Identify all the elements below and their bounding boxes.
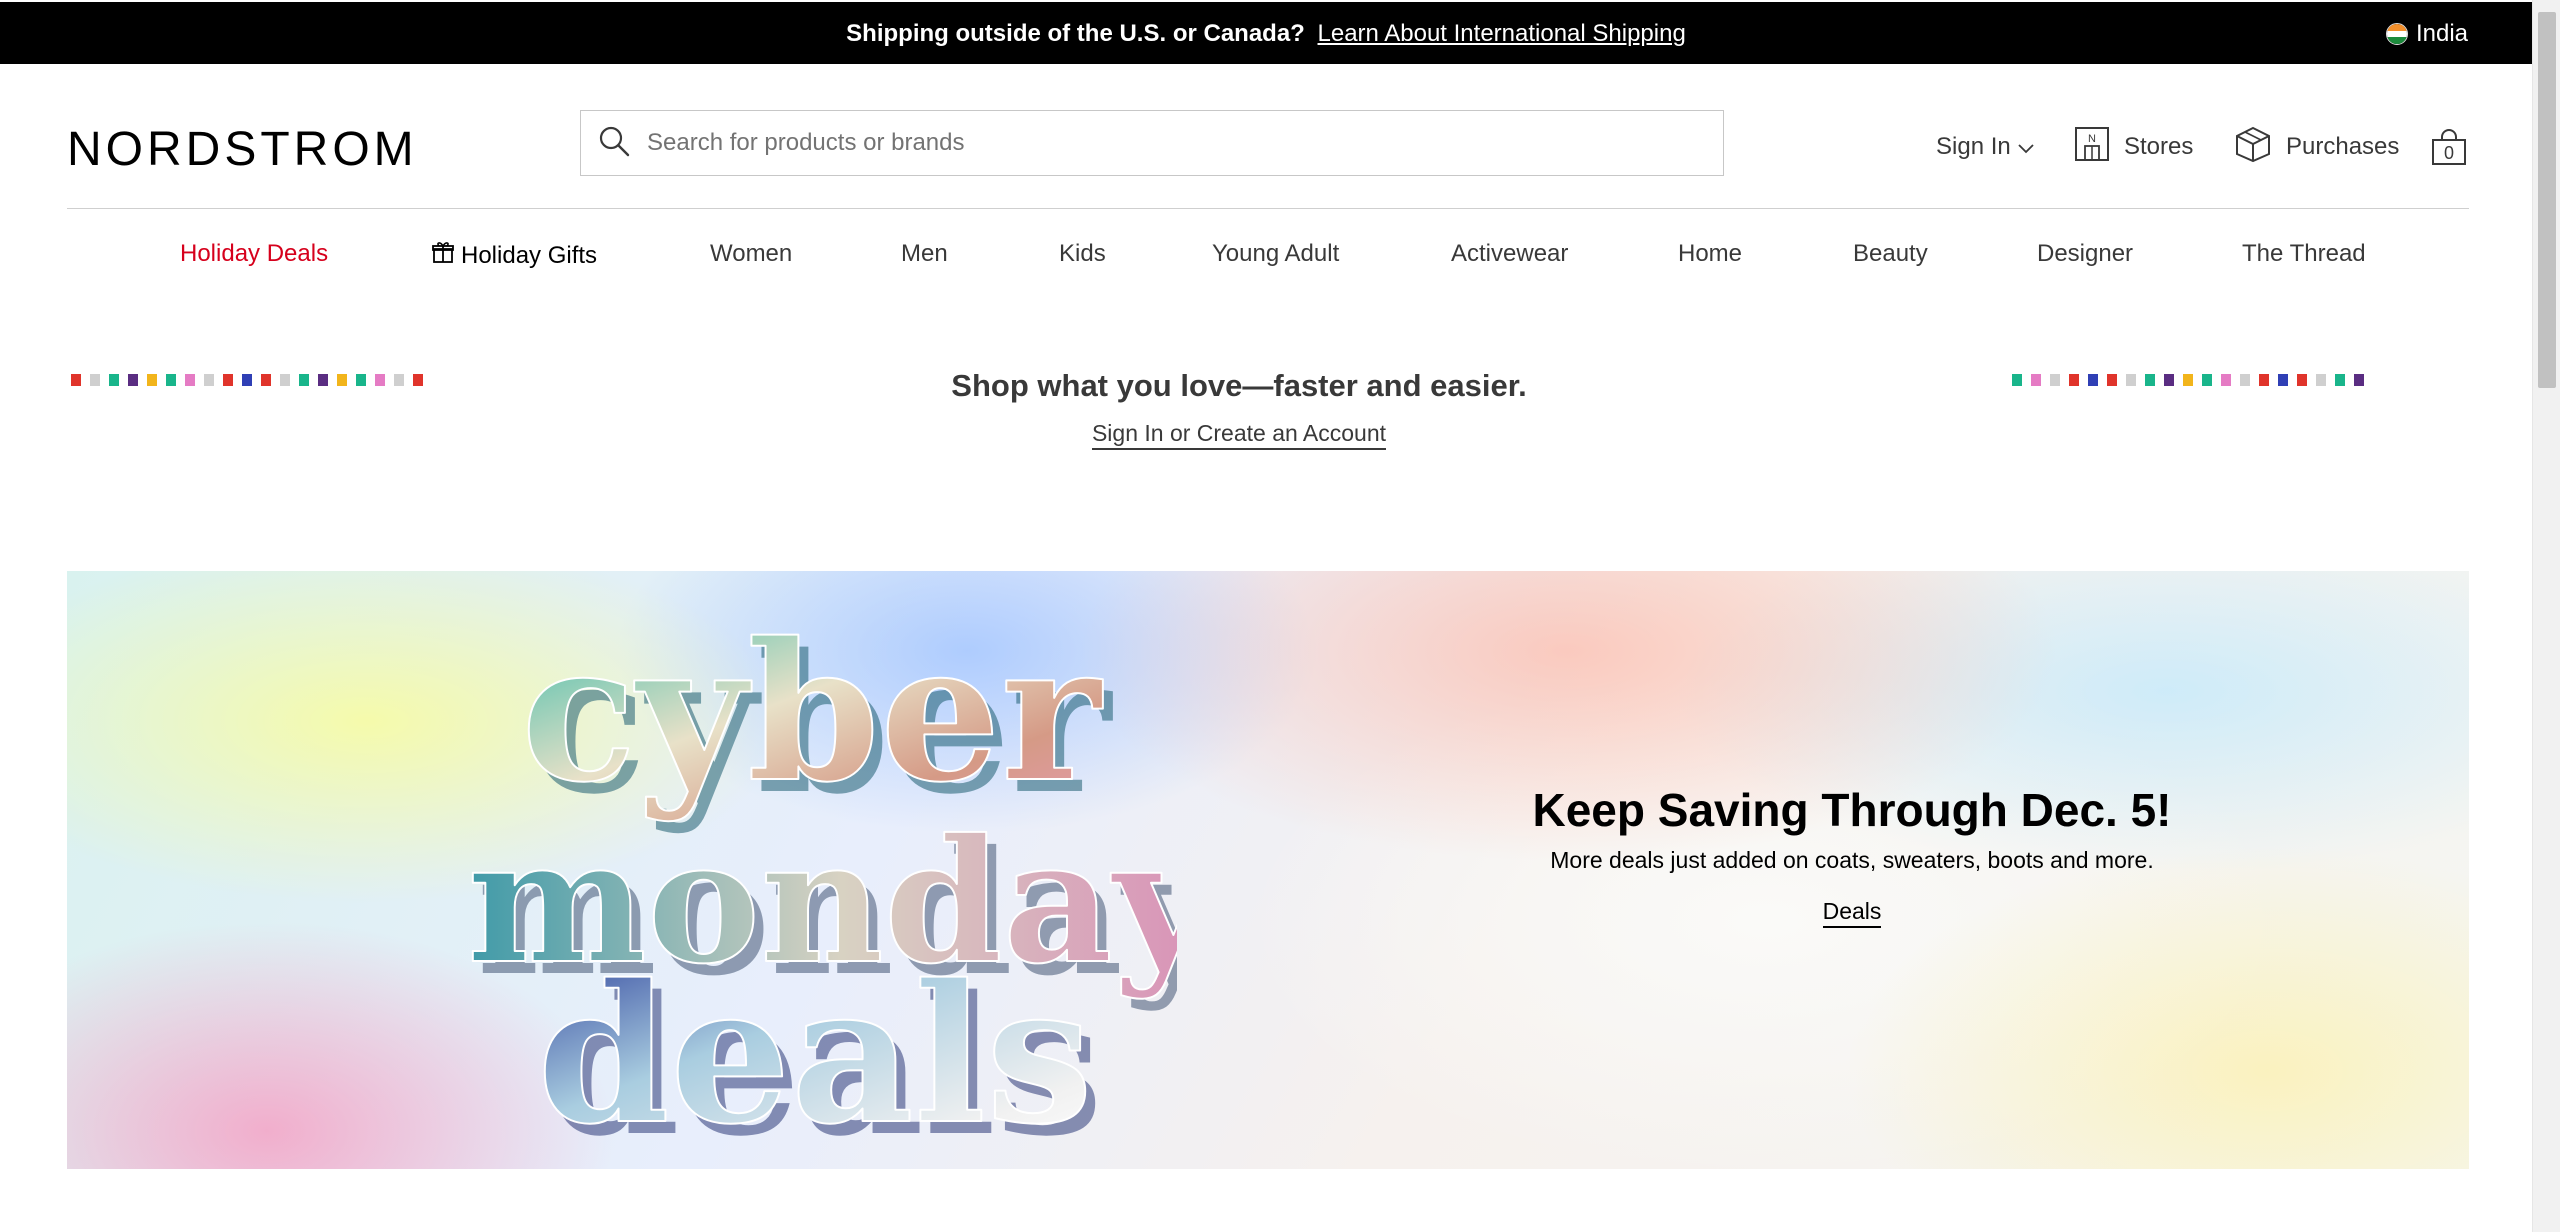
sign-in-promo-title: Shop what you love—faster and easier. — [951, 368, 1527, 403]
sign-in-create-account-link[interactable]: Sign In or Create an Account — [1091, 420, 1387, 450]
chevron-down-icon — [2017, 133, 2035, 161]
nav-kids[interactable]: Kids — [1059, 240, 1106, 268]
nav-label: Young Adult — [1212, 240, 1340, 267]
nav-label: Women — [710, 240, 793, 267]
nav-label: Men — [901, 240, 948, 267]
sign-in-promo-link-wrap: Sign In or Create an Account — [0, 420, 2478, 450]
shopping-bag-button[interactable]: 0 — [2430, 128, 2468, 166]
nav-label: Activewear — [1451, 240, 1569, 267]
nav-label: Home — [1678, 240, 1743, 267]
art-line-1: cyber — [521, 611, 1104, 824]
header-divider — [67, 208, 2469, 209]
nav-label: Designer — [2037, 240, 2134, 267]
gift-icon — [431, 240, 455, 271]
hero-title: Keep Saving Through Dec. 5! — [1532, 784, 2172, 836]
page-scrollbar[interactable] — [2532, 0, 2560, 1232]
nav-holiday-gifts[interactable]: Holiday Gifts — [431, 240, 597, 271]
country-label: India — [2415, 20, 2468, 47]
art-line-3: deals — [537, 943, 1093, 1151]
nav-young-adult[interactable]: Young Adult — [1212, 240, 1339, 268]
international-shipping-link[interactable]: Learn About International Shipping — [1318, 20, 1686, 47]
nav-holiday-deals[interactable]: Holiday Deals — [180, 240, 328, 268]
banner-message: Shipping outside of the U.S. or Canada? … — [0, 20, 2532, 48]
nav-home[interactable]: Home — [1678, 240, 1742, 268]
country-selector[interactable]: India — [2385, 20, 2468, 48]
search-icon — [597, 124, 631, 163]
search-input[interactable] — [647, 129, 1647, 157]
hero-subtitle: More deals just added on coats, sweaters… — [1550, 847, 2154, 873]
nav-designer[interactable]: Designer — [2037, 240, 2133, 268]
search-bar[interactable] — [580, 110, 1724, 176]
sign-in-label: Sign In — [1936, 133, 2011, 160]
scrollbar-thumb[interactable] — [2538, 12, 2556, 388]
stores-link[interactable]: N Stores — [2074, 126, 2194, 169]
banner-text: Shipping outside of the U.S. or Canada? — [846, 20, 1305, 47]
nordstrom-logo[interactable]: NORDSTROM — [67, 122, 418, 177]
nav-label: Kids — [1059, 240, 1106, 267]
india-flag-icon — [2385, 23, 2408, 45]
nav-activewear[interactable]: Activewear — [1451, 240, 1568, 268]
purchases-label: Purchases — [2286, 133, 2400, 160]
nav-beauty[interactable]: Beauty — [1853, 240, 1928, 268]
cyber-monday-hero-banner[interactable]: cyber cyber monday monday deals deals Ke… — [67, 571, 2469, 1169]
purchases-link[interactable]: Purchases — [2234, 126, 2400, 166]
nav-label: The Thread — [2242, 240, 2366, 267]
sign-in-menu[interactable]: Sign In — [1936, 128, 2035, 166]
main-navigation: Holiday Deals Holiday Gifts Women Men Ki… — [0, 240, 2532, 272]
page: Shipping outside of the U.S. or Canada? … — [0, 0, 2532, 1232]
shopping-bag-icon: 0 — [2430, 128, 2468, 166]
nav-women[interactable]: Women — [710, 240, 792, 268]
store-icon: N — [2074, 126, 2110, 169]
hero-copy: Keep Saving Through Dec. 5! More deals j… — [1467, 783, 2237, 928]
bag-count: 0 — [2443, 143, 2454, 163]
nav-label: Beauty — [1853, 240, 1928, 267]
stores-label: Stores — [2124, 133, 2194, 160]
nav-men[interactable]: Men — [901, 240, 948, 268]
package-icon — [2234, 125, 2272, 170]
nav-label: Holiday Gifts — [461, 241, 598, 269]
nav-the-thread[interactable]: The Thread — [2242, 240, 2366, 268]
nav-label: Holiday Deals — [180, 240, 329, 267]
deals-link[interactable]: Deals — [1822, 898, 1882, 928]
cyber-monday-deals-artwork: cyber cyber monday monday deals deals — [466, 611, 1177, 1151]
international-shipping-banner: Shipping outside of the U.S. or Canada? … — [0, 2, 2532, 64]
svg-text:N: N — [2088, 133, 2096, 145]
